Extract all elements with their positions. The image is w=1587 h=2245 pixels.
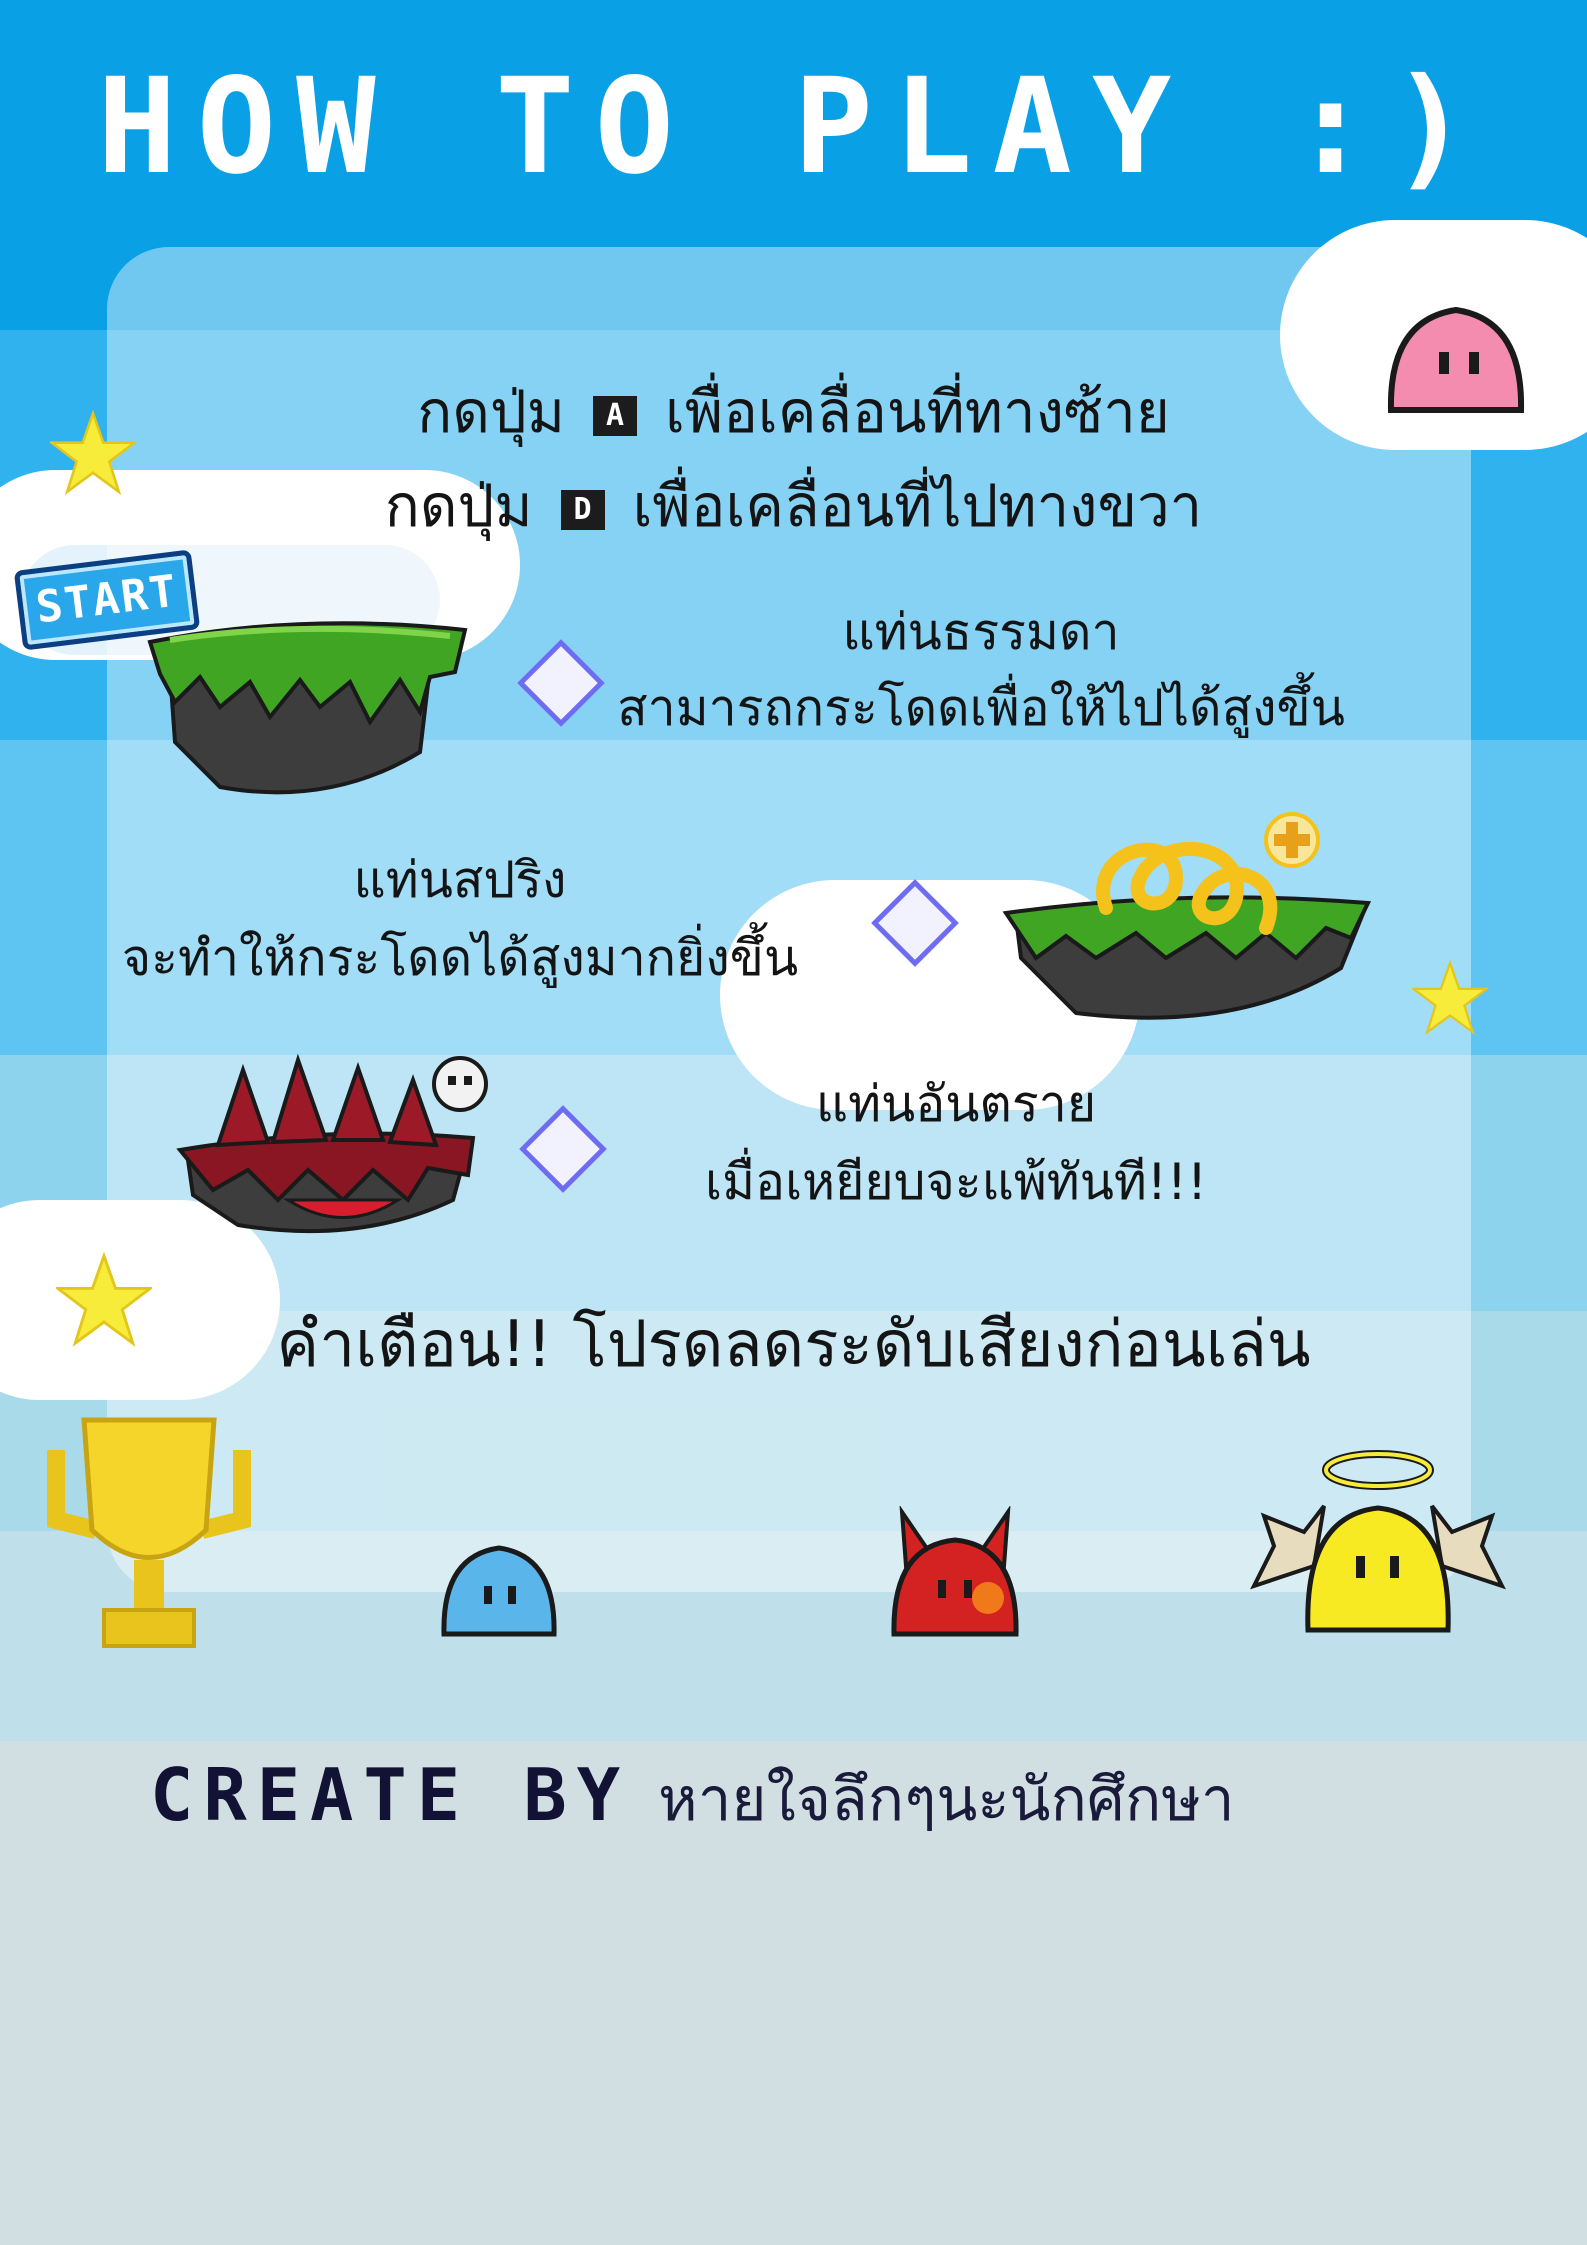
platform-danger-name: แท่นอันตราย: [815, 1075, 1097, 1133]
spring-platform-icon: [1002, 812, 1372, 1020]
pink-slime-icon: [1387, 306, 1525, 413]
blue-slime-icon: [441, 1545, 557, 1637]
control-right-prefix: กดปุ่ม: [384, 472, 533, 540]
control-left-prefix: กดปุ่ม: [417, 378, 566, 446]
control-right-action: เพื่อเคลื่อนที่ไปทางขวา: [632, 472, 1203, 540]
key-a-icon: A: [593, 395, 638, 436]
danger-platform-icon: [176, 1053, 488, 1234]
angel-slime-icon: [1250, 1450, 1506, 1633]
control-right: กดปุ่ม D เพื่อเคลื่อนที่ไปทางขวา: [0, 466, 1587, 546]
devil-slime-icon: [891, 1506, 1019, 1637]
credit-label: CREATE BY: [150, 1753, 631, 1837]
platform-spring-desc: จะทำให้กระโดดได้สูงมากยิ่งขึ้น: [121, 929, 799, 987]
star-icon: [50, 410, 136, 496]
trophy-icon: [47, 1417, 251, 1648]
normal-platform-icon: [147, 621, 468, 795]
platform-spring-name: แท่นสปริง: [353, 851, 567, 909]
control-left-action: เพื่อเคลื่อนที่ทางซ้าย: [665, 378, 1170, 446]
star-icon: [1412, 960, 1488, 1036]
credit-line: CREATE BY หายใจลึกๆนะนักศึกษา: [150, 1752, 1235, 1847]
platform-danger-desc: เมื่อเหยียบจะแพ้ทันที!!!: [704, 1153, 1208, 1211]
key-d-icon: D: [560, 489, 605, 530]
platform-normal-desc: สามารถกระโดดเพื่อให้ไปได้สูงขึ้น: [617, 679, 1345, 737]
warning-text: คำเตือน!! โปรดลดระดับเสียงก่อนเล่น: [276, 1308, 1311, 1382]
credit-author: หายใจลึกๆนะนักศึกษา: [658, 1765, 1235, 1835]
page-title: HOW TO PLAY :): [97, 50, 1490, 204]
control-left: กดปุ่ม A เพื่อเคลื่อนที่ทางซ้าย: [0, 372, 1587, 452]
platform-normal-name: แท่นธรรมดา: [842, 603, 1120, 661]
